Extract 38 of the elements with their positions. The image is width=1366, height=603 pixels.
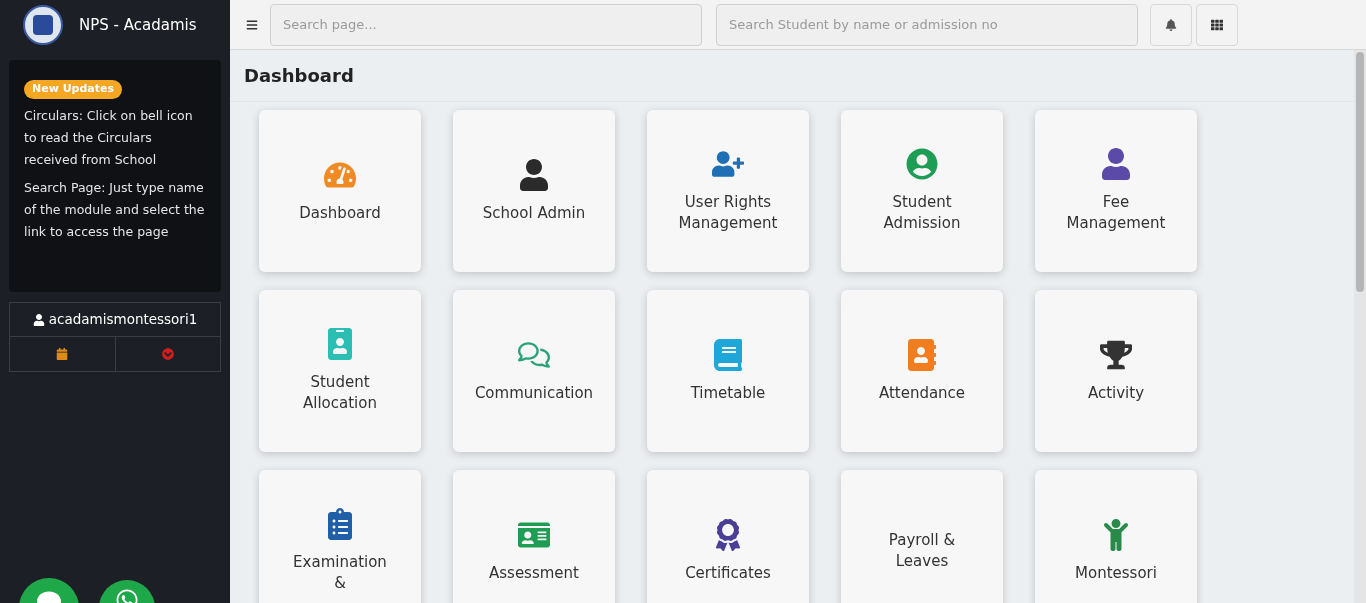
notifications-button[interactable]: [1150, 3, 1192, 46]
module-tile[interactable]: Timetable: [647, 290, 809, 452]
update-note: Circulars: Click on bell icon to read the Circulars received from School: [24, 107, 194, 169]
module-tile[interactable]: User Rights Management: [647, 110, 809, 272]
module-tile[interactable]: Dashboard: [259, 110, 421, 272]
person-icon: [1100, 148, 1132, 180]
module-tile[interactable]: Examination &: [259, 470, 421, 603]
module-tile[interactable]: Attendance: [841, 290, 1003, 452]
calendar-icon: [56, 348, 69, 360]
new-updates-badge: New Updates: [24, 80, 123, 99]
menu-icon: [246, 18, 258, 31]
page-search-field[interactable]: Search page...: [270, 3, 702, 46]
module-tile[interactable]: Payroll & Leaves: [841, 470, 1003, 603]
address-book-icon: [906, 338, 938, 371]
module-tile[interactable]: Activity: [1035, 290, 1197, 452]
page-title: Dashboard: [230, 50, 1354, 102]
person-icon: [518, 158, 550, 191]
module-tile[interactable]: Student Allocation: [259, 290, 421, 452]
school-logo-icon: [23, 5, 63, 45]
module-tile[interactable]: Fee Management: [1035, 110, 1197, 272]
module-tile[interactable]: Assessment: [453, 470, 615, 603]
module-tile[interactable]: School Admin: [453, 110, 615, 272]
book-icon: [712, 338, 744, 371]
apps-button[interactable]: [1196, 3, 1238, 46]
user-icon: [32, 313, 45, 326]
trophy-icon: [1100, 338, 1132, 371]
student-search-field[interactable]: Search Student by name or admission no: [716, 3, 1138, 46]
bell-icon: [1165, 18, 1177, 31]
app-title: NPS - Acadamis: [79, 14, 197, 36]
module-tile[interactable]: Montessori: [1035, 470, 1197, 603]
module-tile[interactable]: Communication: [453, 290, 615, 452]
scrollbar[interactable]: [1354, 50, 1366, 603]
update-note: Search Page: Just type name of the module and select the link to access the page: [24, 179, 206, 241]
grid-icon: [1211, 18, 1223, 31]
add-user-icon: [712, 148, 744, 180]
username: acadamismontessori1: [48, 310, 198, 330]
module-tile[interactable]: Certificates: [647, 470, 809, 603]
module-tile[interactable]: Student Admission: [841, 110, 1003, 272]
